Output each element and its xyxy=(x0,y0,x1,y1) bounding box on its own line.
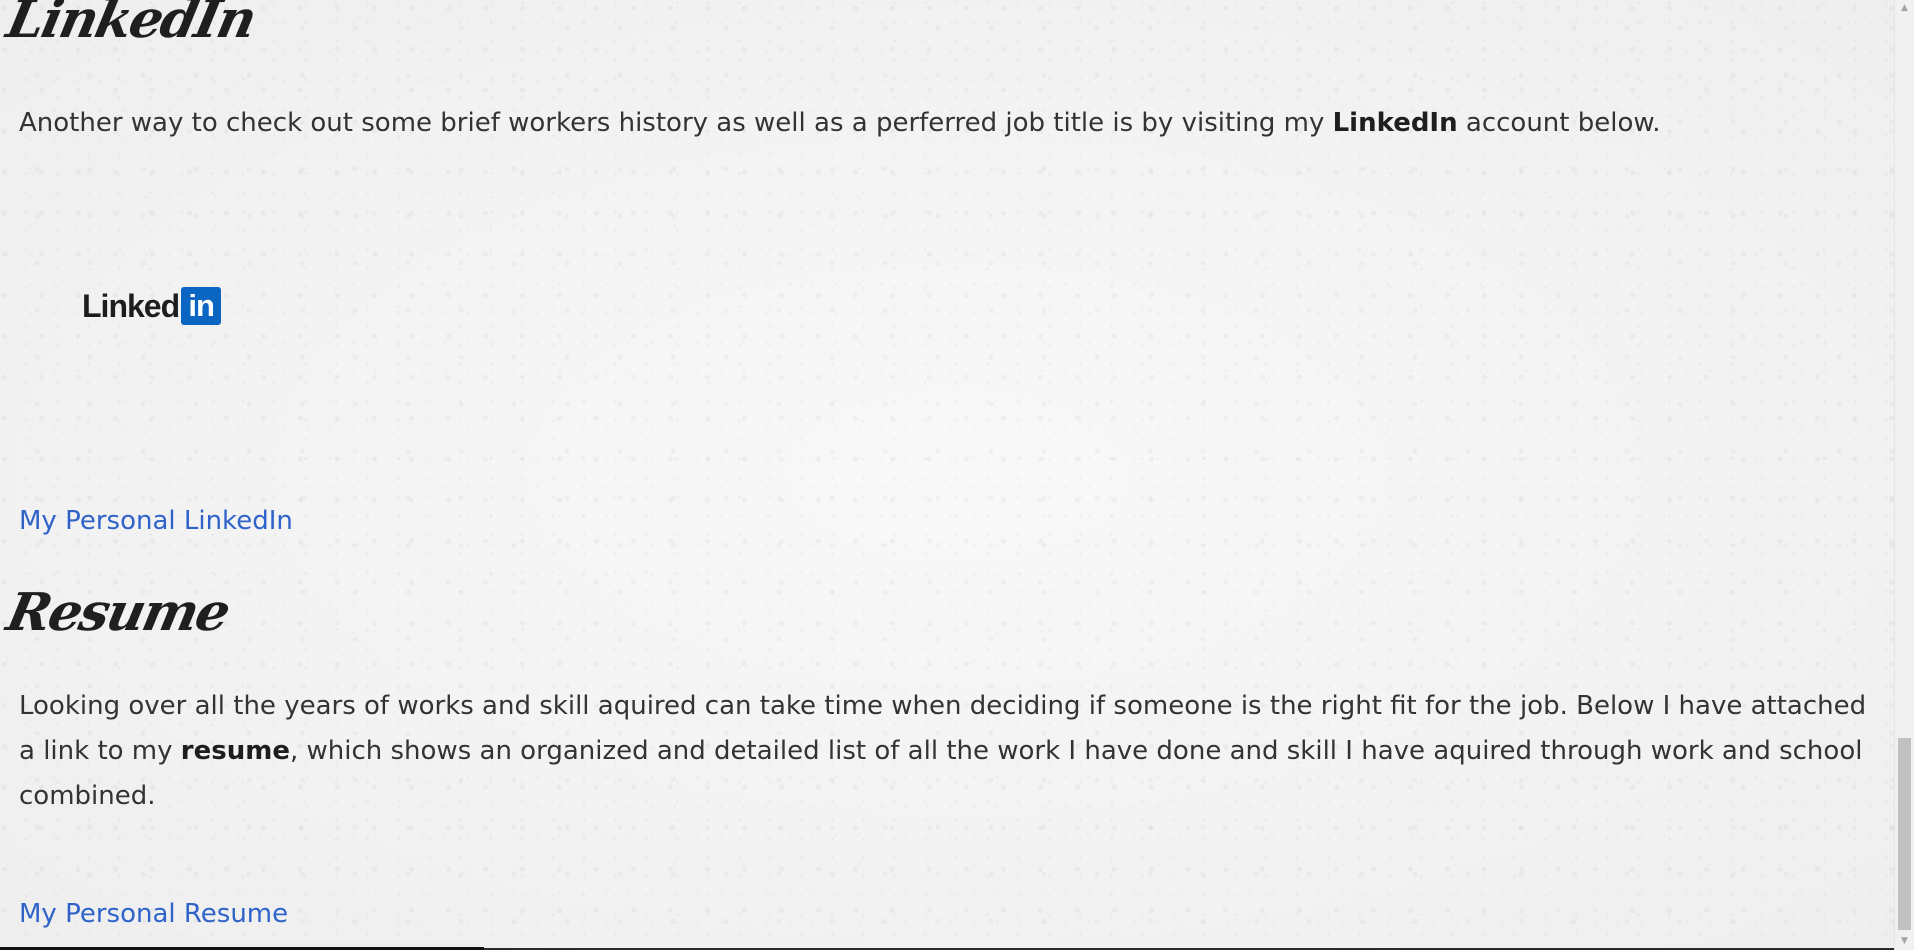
linkedin-description: Another way to check out some brief work… xyxy=(19,101,1869,146)
linkedin-description-text-1: Another way to check out some brief work… xyxy=(19,108,1333,138)
vertical-scrollbar[interactable]: ▲ ▼ xyxy=(1894,0,1914,950)
linkedin-description-bold: LinkedIn xyxy=(1332,108,1458,138)
linkedin-logo-icon: in xyxy=(181,287,222,325)
linkedin-description-text-2: account below. xyxy=(1457,108,1661,138)
resume-link[interactable]: My Personal Resume xyxy=(19,899,288,930)
linkedin-logo[interactable]: Linked in xyxy=(82,287,222,325)
resume-heading: Resume xyxy=(1,582,235,643)
scrollbar-thumb[interactable] xyxy=(1898,738,1911,930)
chevron-up-icon[interactable]: ▲ xyxy=(1895,0,1914,17)
page-content: LinkedIn Another way to check out some b… xyxy=(0,0,1894,950)
resume-description: Looking over all the years of works and … xyxy=(19,684,1869,819)
linkedin-profile-link[interactable]: My Personal LinkedIn xyxy=(19,506,293,537)
linkedin-logo-word: Linked xyxy=(82,288,180,324)
chevron-down-icon[interactable]: ▼ xyxy=(1895,933,1914,950)
linkedin-heading: LinkedIn xyxy=(1,0,261,50)
resume-description-bold: resume xyxy=(180,736,290,766)
resume-description-text-2: , which shows an organized and detailed … xyxy=(19,736,1863,811)
